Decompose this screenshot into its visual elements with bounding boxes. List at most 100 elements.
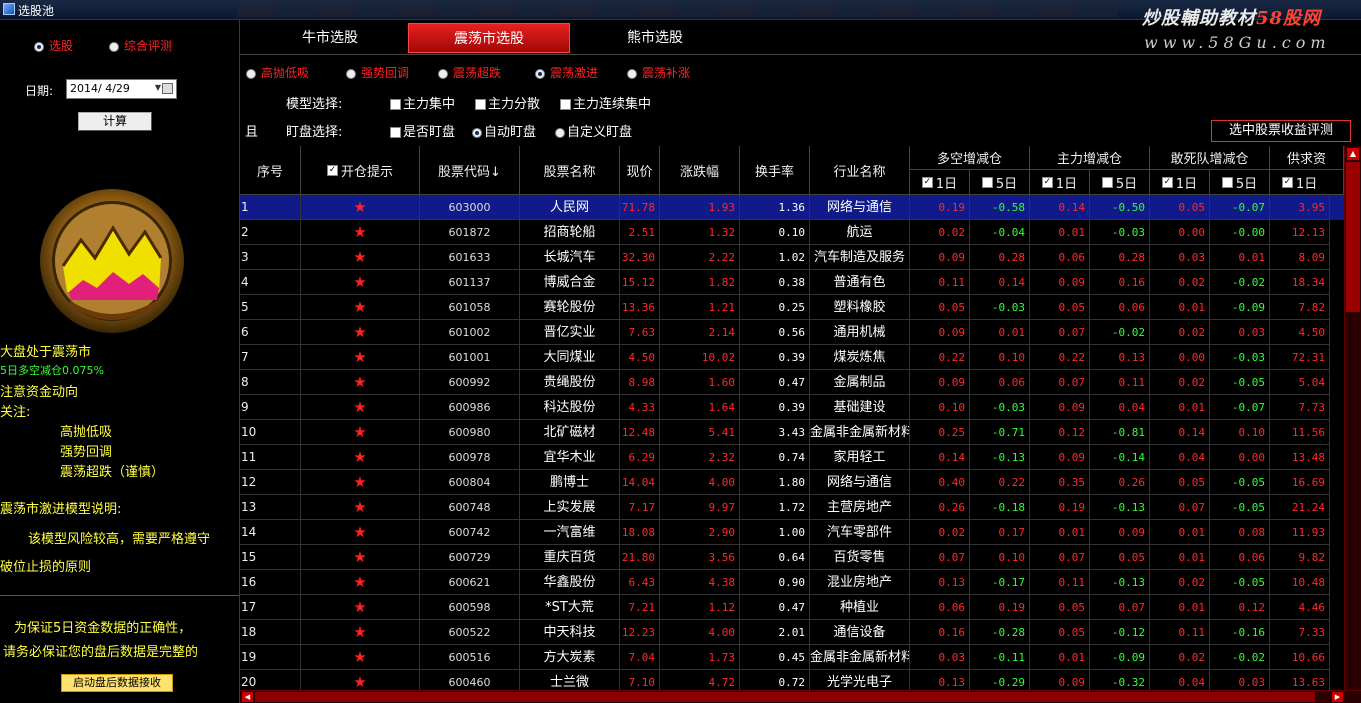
col-header-turnover[interactable]: 换手率 xyxy=(740,146,810,195)
flow-cell: 0.10 xyxy=(970,545,1030,570)
submode-radio[interactable]: 震荡补涨 xyxy=(627,64,690,81)
flow-cell: 0.25 xyxy=(910,420,970,445)
col-header-5d[interactable]: 5日 xyxy=(1090,170,1150,195)
watch-option[interactable]: 是否盯盘 xyxy=(390,121,455,140)
scroll-thumb[interactable] xyxy=(1346,162,1360,312)
col-header-change[interactable]: 涨跌幅 xyxy=(660,146,740,195)
tab-oscillating-market[interactable]: 震荡市选股 xyxy=(408,23,570,53)
row-seq: 15 xyxy=(240,545,301,570)
col-header-seq[interactable]: 序号 xyxy=(240,146,301,195)
table-row[interactable]: 1 ★ 603000 人民网 71.78 1.93 1.36 网络与通信 0.19 -0.58 0.… xyxy=(240,195,1344,220)
table-row[interactable]: 14 ★ 600742 一汽富维 18.08 2.90 1.00 汽车零部件 0.02 0.17 0… xyxy=(240,520,1344,545)
table-row[interactable]: 6 ★ 601002 晋亿实业 7.63 2.14 0.56 通用机械 0.09 0.01 0.07… xyxy=(240,320,1344,345)
open-hint-star-icon: ★ xyxy=(301,670,420,690)
open-hint-star-icon: ★ xyxy=(301,620,420,645)
row-seq: 16 xyxy=(240,570,301,595)
stock-name: 华鑫股份 xyxy=(520,570,620,595)
price-cell: 21.80 xyxy=(620,545,660,570)
flow-cell: 0.12 xyxy=(1030,420,1090,445)
table-row[interactable]: 19 ★ 600516 方大炭素 7.04 1.73 0.45 金属非金属新材料 0.03 -0.… xyxy=(240,645,1344,670)
model-option[interactable]: 主力连续集中 xyxy=(560,93,651,112)
col-header-price[interactable]: 现价 xyxy=(620,146,660,195)
flow-cell: -0.09 xyxy=(1090,645,1150,670)
start-data-receive-button[interactable]: 启动盘后数据接收 xyxy=(61,674,173,692)
stock-name: 长城汽车 xyxy=(520,245,620,270)
table-row[interactable]: 17 ★ 600598 *ST大荒 7.21 1.12 0.47 种植业 0.06 0.19 0.0… xyxy=(240,595,1344,620)
table-row[interactable]: 8 ★ 600992 贵绳股份 8.98 1.60 0.47 金属制品 0.09 0.06 0.07… xyxy=(240,370,1344,395)
table-row[interactable]: 10 ★ 600980 北矿磁材 12.48 5.41 3.43 金属非金属新材料 0.25 -0… xyxy=(240,420,1344,445)
turnover-cell: 0.64 xyxy=(740,545,810,570)
radio-dot-icon xyxy=(627,68,637,79)
submode-radio[interactable]: 高抛低吸 xyxy=(246,64,309,81)
table-row[interactable]: 18 ★ 600522 中天科技 12.23 4.00 2.01 通信设备 0.16 -0.28 0… xyxy=(240,620,1344,645)
watch-option[interactable]: 自定义盯盘 xyxy=(555,121,632,140)
table-row[interactable]: 2 ★ 601872 招商轮船 2.51 1.32 0.10 航运 0.02 -0.04 0.01-… xyxy=(240,220,1344,245)
col-header-5d[interactable]: 5日 xyxy=(970,170,1030,195)
tab-divider xyxy=(240,54,1361,55)
col-header-1d[interactable]: 1日 xyxy=(1150,170,1210,195)
col-header-5d[interactable]: 5日 xyxy=(1210,170,1270,195)
model-option[interactable]: 主力分散 xyxy=(475,93,540,112)
table-row[interactable]: 7 ★ 601001 大同煤业 4.50 10.02 0.39 煤炭炼焦 0.22 0.10 0.2… xyxy=(240,345,1344,370)
focus-item: 高抛低吸 xyxy=(60,425,113,440)
turnover-cell: 0.10 xyxy=(740,220,810,245)
checkbox-icon xyxy=(981,176,993,188)
table-row[interactable]: 5 ★ 601058 赛轮股份 13.36 1.21 0.25 塑料橡胶 0.05 -0.03 0.… xyxy=(240,295,1344,320)
table-row[interactable]: 3 ★ 601633 长城汽车 32.30 2.22 1.02 汽车制造及服务 0.09 0.28… xyxy=(240,245,1344,270)
flow-cell: 0.07 xyxy=(1150,495,1210,520)
col-header-1d[interactable]: 1日 xyxy=(1270,170,1344,195)
flow-cell: 0.07 xyxy=(1030,370,1090,395)
supply-cell: 7.33 xyxy=(1270,620,1330,645)
col-header-code[interactable]: 股票代码↓ xyxy=(420,146,520,195)
col-header-1d[interactable]: 1日 xyxy=(910,170,970,195)
table-row[interactable]: 4 ★ 601137 博威合金 15.12 1.82 0.38 普通有色 0.11 0.14 0.0… xyxy=(240,270,1344,295)
flow-cell: 0.11 xyxy=(1030,570,1090,595)
row-seq: 14 xyxy=(240,520,301,545)
vertical-scrollbar[interactable]: ▲ xyxy=(1344,146,1361,690)
col-header-1d[interactable]: 1日 xyxy=(1030,170,1090,195)
stock-return-eval-button[interactable]: 选中股票收益评测 xyxy=(1211,120,1351,142)
submode-radio[interactable]: 强势回调 xyxy=(346,64,409,81)
compute-button[interactable]: 计算 xyxy=(78,112,152,131)
tab-bull-market[interactable]: 牛市选股 xyxy=(260,23,400,53)
date-picker[interactable]: 2014/ 4/29 ▼ xyxy=(66,79,177,99)
industry-cell: 汽车零部件 xyxy=(810,520,910,545)
table-row[interactable]: 15 ★ 600729 重庆百货 21.80 3.56 0.64 百货零售 0.07 0.10 0.… xyxy=(240,545,1344,570)
open-hint-star-icon: ★ xyxy=(301,245,420,270)
table-row[interactable]: 11 ★ 600978 宜华木业 6.29 2.32 0.74 家用轻工 0.14 -0.13 0.… xyxy=(240,445,1344,470)
industry-cell: 塑料橡胶 xyxy=(810,295,910,320)
scroll-up-icon[interactable]: ▲ xyxy=(1347,148,1359,160)
turnover-cell: 0.74 xyxy=(740,445,810,470)
table-row[interactable]: 20 ★ 600460 士兰微 7.10 4.72 0.72 光学光电子 0.13 -0.29 0.… xyxy=(240,670,1344,690)
checkbox-icon xyxy=(1161,176,1173,188)
flow-cell: -0.13 xyxy=(970,445,1030,470)
col-header-industry[interactable]: 行业名称 xyxy=(810,146,910,195)
flow-cell: -0.11 xyxy=(970,645,1030,670)
flow-cell: -0.02 xyxy=(1210,270,1270,295)
scroll-left-icon[interactable]: ◀ xyxy=(242,692,253,702)
model-option[interactable]: 主力集中 xyxy=(390,93,455,112)
flow-cell: 0.03 xyxy=(1210,670,1270,690)
table-row[interactable]: 13 ★ 600748 上实发展 7.17 9.97 1.72 主营房地产 0.26 -0.18 0… xyxy=(240,495,1344,520)
flow-cell: 0.14 xyxy=(1030,195,1090,220)
checkbox-icon xyxy=(1041,176,1053,188)
open-hint-star-icon: ★ xyxy=(301,345,420,370)
table-row[interactable]: 9 ★ 600986 科达股份 4.33 1.64 0.39 基础建设 0.10 -0.03 0.0… xyxy=(240,395,1344,420)
col-header-open-hint[interactable]: 开仓提示 xyxy=(301,146,420,195)
submode-radio[interactable]: 震荡激进 xyxy=(535,64,598,81)
radio-select-stock[interactable]: 选股 xyxy=(34,37,73,54)
col-header-name[interactable]: 股票名称 xyxy=(520,146,620,195)
flow-cell: -0.09 xyxy=(1210,295,1270,320)
scroll-right-icon[interactable]: ▶ xyxy=(1332,692,1343,702)
table-row[interactable]: 16 ★ 600621 华鑫股份 6.43 4.38 0.90 混业房地产 0.13 -0.17 0… xyxy=(240,570,1344,595)
watch-option[interactable]: 自动盯盘 xyxy=(472,121,536,140)
turnover-cell: 0.45 xyxy=(740,645,810,670)
horizontal-scrollbar[interactable]: ◀ ▶ xyxy=(240,690,1361,703)
radio-overall-eval[interactable]: 综合评测 xyxy=(109,37,172,54)
flow-cell: 0.01 xyxy=(1150,295,1210,320)
submode-radio[interactable]: 震荡超跌 xyxy=(438,64,501,81)
table-row[interactable]: 12 ★ 600804 鹏博士 14.04 4.00 1.80 网络与通信 0.40 0.22 0.… xyxy=(240,470,1344,495)
scroll-thumb[interactable] xyxy=(255,692,1315,702)
radio-dot-icon xyxy=(438,68,448,79)
tab-bear-market[interactable]: 熊市选股 xyxy=(585,23,725,53)
